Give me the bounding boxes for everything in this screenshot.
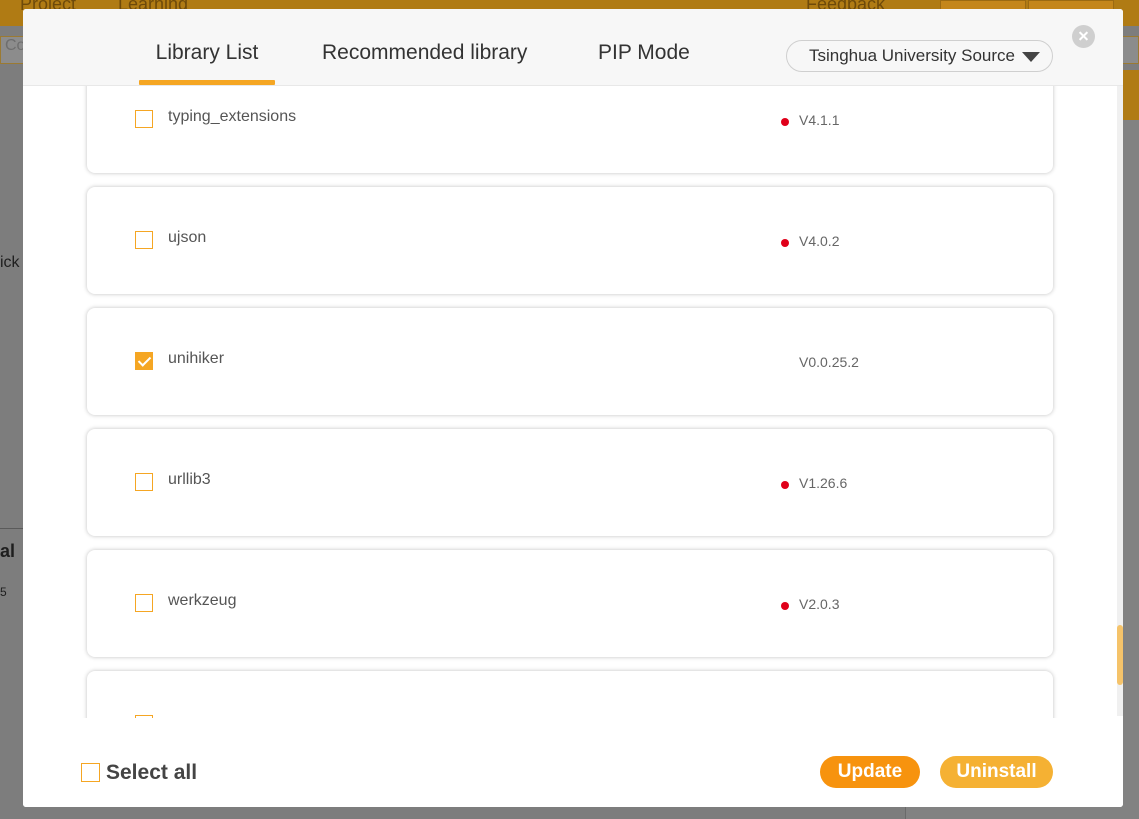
close-icon[interactable] bbox=[1072, 25, 1095, 48]
library-card bbox=[87, 671, 1053, 718]
update-available-dot bbox=[781, 118, 789, 126]
library-manager-dialog: Library List Recommended library PIP Mod… bbox=[23, 9, 1123, 807]
library-checkbox[interactable] bbox=[135, 110, 153, 128]
dialog-header: Library List Recommended library PIP Mod… bbox=[23, 9, 1123, 86]
library-card: urllib3 V1.26.6 bbox=[87, 429, 1053, 536]
library-name: typing_extensions bbox=[168, 108, 297, 125]
background-text: ick bbox=[0, 254, 20, 271]
library-version: V0.0.25.2 bbox=[799, 354, 859, 370]
background-text: 5 bbox=[0, 585, 7, 599]
library-checkbox[interactable] bbox=[135, 352, 153, 370]
list-scrollbar-track[interactable] bbox=[1117, 86, 1123, 716]
source-select-value: Tsinghua University Source bbox=[809, 46, 1015, 65]
library-card: typing_extensions V4.1.1 bbox=[87, 86, 1053, 173]
library-version: V4.0.2 bbox=[799, 233, 840, 249]
update-button[interactable]: Update bbox=[820, 756, 920, 788]
background-right-strip bbox=[1123, 70, 1139, 120]
source-select-dropdown[interactable]: Tsinghua University Source bbox=[786, 40, 1053, 72]
library-version: V2.0.3 bbox=[799, 596, 840, 612]
library-card: ujson V4.0.2 bbox=[87, 187, 1053, 294]
library-list[interactable]: typing_extensions V4.1.1 ujson V4.0.2 un… bbox=[23, 86, 1123, 718]
background-left-tab: Co bbox=[0, 36, 25, 64]
tab-pip-mode[interactable]: PIP Mode bbox=[598, 41, 690, 86]
tab-recommended-library[interactable]: Recommended library bbox=[322, 41, 527, 86]
library-card: werkzeug V2.0.3 bbox=[87, 550, 1053, 657]
update-available-dot bbox=[781, 481, 789, 489]
library-name: urllib3 bbox=[168, 471, 211, 488]
update-available-dot bbox=[781, 239, 789, 247]
library-name: werkzeug bbox=[168, 592, 237, 609]
library-name: ujson bbox=[168, 229, 207, 246]
background-divider bbox=[0, 528, 24, 529]
library-version: V4.1.1 bbox=[799, 112, 840, 128]
uninstall-button[interactable]: Uninstall bbox=[940, 756, 1053, 788]
library-checkbox[interactable] bbox=[135, 231, 153, 249]
select-all-label[interactable]: Select all bbox=[106, 761, 197, 785]
active-tab-indicator bbox=[139, 80, 275, 85]
library-card: unihiker V0.0.25.2 bbox=[87, 308, 1053, 415]
update-available-dot bbox=[781, 602, 789, 610]
background-right-tab bbox=[1121, 36, 1139, 64]
library-checkbox[interactable] bbox=[135, 594, 153, 612]
library-name: unihiker bbox=[168, 350, 225, 367]
dialog-footer: Select all Update Uninstall bbox=[23, 718, 1123, 807]
library-checkbox[interactable] bbox=[135, 473, 153, 491]
caret-down-icon bbox=[1022, 52, 1040, 62]
list-scrollbar-thumb[interactable] bbox=[1117, 625, 1123, 685]
select-all-checkbox[interactable] bbox=[81, 763, 100, 782]
background-text: al bbox=[0, 541, 16, 561]
library-version: V1.26.6 bbox=[799, 475, 848, 491]
